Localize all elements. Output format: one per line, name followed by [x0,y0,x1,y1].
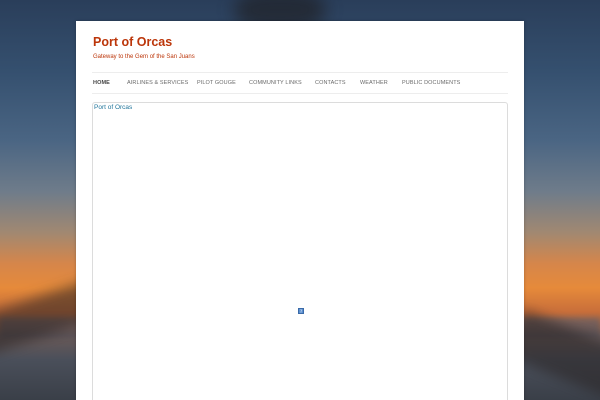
nav-item-home[interactable]: HOME [93,79,110,87]
main-navigation: HOME AIRLINES & SERVICES PILOT GOUGE COM… [92,72,508,94]
site-tagline: Gateway to the Gem of the San Juans [93,54,195,60]
embed-link[interactable]: Port of Orcas [94,104,132,112]
nav-item-public-documents[interactable]: PUBLIC DOCUMENTS [402,79,460,87]
page-container: Port of Orcas Gateway to the Gem of the … [76,21,524,400]
nav-item-community-links[interactable]: COMMUNITY LINKS [249,79,302,87]
nav-item-contacts[interactable]: CONTACTS [315,79,346,87]
broken-image-icon: ? [298,308,304,314]
site-title[interactable]: Port of Orcas [93,34,172,50]
nav-item-airlines-services[interactable]: AIRLINES & SERVICES [127,79,188,87]
embedded-content-frame: Port of Orcas ? [92,102,508,400]
nav-item-pilot-gouge[interactable]: PILOT GOUGE [197,79,236,87]
nav-item-weather[interactable]: WEATHER [360,79,388,87]
